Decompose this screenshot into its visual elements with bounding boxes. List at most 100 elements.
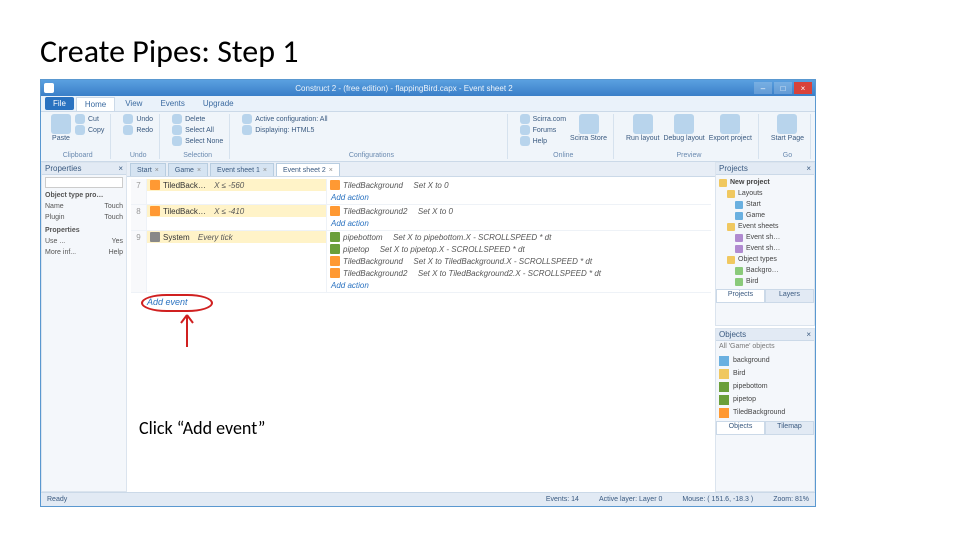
forums-link[interactable]: Forums [520, 125, 566, 135]
doc-tab[interactable]: Event sheet 1× [210, 163, 274, 176]
tree-item[interactable]: Object types [719, 254, 811, 265]
doc-tab[interactable]: Game× [168, 163, 208, 176]
object-item[interactable]: TiledBackground [719, 406, 811, 419]
statusbar: Ready Events: 14 Active layer: Layer 0 M… [41, 492, 815, 506]
debug-button[interactable]: Debug layout [663, 114, 704, 142]
tree-item[interactable]: Event sh… [719, 232, 811, 243]
minimize-button[interactable]: – [754, 82, 772, 94]
tree-item[interactable]: Game [719, 210, 811, 221]
add-action-link[interactable]: Add action [327, 217, 711, 230]
paste-button[interactable]: Paste [51, 114, 71, 142]
status-zoom: Zoom: 81% [773, 496, 809, 503]
tab-close-icon[interactable]: × [263, 167, 267, 174]
run-button[interactable]: Run layout [626, 114, 659, 142]
store-icon [579, 114, 599, 134]
tab-close-icon[interactable]: × [197, 167, 201, 174]
ribbon-clipboard: Paste Cut Copy Clipboard [45, 114, 111, 159]
delete-button[interactable]: Delete [172, 114, 223, 124]
action-line[interactable]: TiledBackground Set X to 0 [327, 179, 711, 191]
event-row: 8TiledBack… X ≤ -410TiledBackground2 Set… [131, 205, 711, 231]
object-icon [330, 180, 340, 190]
scirra-link[interactable]: Scirra.com [520, 114, 566, 124]
object-item[interactable]: pipebottom [719, 380, 811, 393]
tree-item[interactable]: Layouts [719, 188, 811, 199]
redo-button[interactable]: Redo [123, 125, 153, 135]
status-mouse: Mouse: ( 151.6, -18.3 ) [682, 496, 753, 503]
status-layer: Active layer: Layer 0 [599, 496, 662, 503]
close-button[interactable]: × [794, 82, 812, 94]
doc-tab[interactable]: Event sheet 2× [276, 163, 340, 176]
tab-objects[interactable]: Objects [716, 421, 765, 435]
action-line[interactable]: pipetop Set X to pipetop.X - SCROLLSPEED… [327, 243, 711, 255]
condition-line[interactable]: TiledBack… X ≤ -410 [147, 205, 326, 217]
ribbon-go: Start Page Go [765, 114, 811, 159]
cut-button[interactable]: Cut [75, 114, 104, 124]
active-config[interactable]: Active configuration: All [242, 114, 327, 124]
copy-button[interactable]: Copy [75, 125, 104, 135]
menu-upgrade[interactable]: Upgrade [195, 97, 242, 110]
object-icon [330, 256, 340, 266]
project-root[interactable]: New project [719, 177, 811, 188]
tab-close-icon[interactable]: × [155, 167, 159, 174]
tab-tilemap[interactable]: Tilemap [765, 421, 814, 435]
tab-projects[interactable]: Projects [716, 289, 765, 303]
property-row[interactable]: NameTouch [45, 201, 123, 212]
start-page-button[interactable]: Start Page [771, 114, 804, 142]
object-item[interactable]: background [719, 354, 811, 367]
export-icon [720, 114, 740, 134]
help-link[interactable]: Help [520, 136, 566, 146]
undo-button[interactable]: Undo [123, 114, 153, 124]
tab-layers[interactable]: Layers [765, 289, 814, 303]
select-all-button[interactable]: Select All [172, 125, 223, 135]
ribbon-undo: Undo Redo Undo [117, 114, 160, 159]
select-none-button[interactable]: Select None [172, 136, 223, 146]
object-icon [719, 395, 729, 405]
property-row[interactable]: More inf...Help [45, 247, 123, 258]
action-line[interactable]: pipebottom Set X to pipebottom.X - SCROL… [327, 231, 711, 243]
event-row: 7TiledBack… X ≤ -560TiledBackground Set … [131, 179, 711, 205]
home-icon [777, 114, 797, 134]
tree-item[interactable]: Start [719, 199, 811, 210]
menu-home[interactable]: Home [76, 97, 115, 111]
status-events: Events: 14 [546, 496, 579, 503]
maximize-button[interactable]: □ [774, 82, 792, 94]
property-row[interactable]: PluginTouch [45, 212, 123, 223]
tree-item[interactable]: Event sheets [719, 221, 811, 232]
menu-file[interactable]: File [45, 97, 74, 110]
objects-close[interactable]: × [806, 330, 811, 339]
projects-close[interactable]: × [806, 164, 811, 173]
condition-line[interactable]: TiledBack… X ≤ -560 [147, 179, 326, 191]
add-event-link[interactable]: Add event [147, 297, 188, 307]
condition-line[interactable]: System Every tick [147, 231, 326, 243]
tree-icon [735, 245, 743, 253]
object-icon [330, 268, 340, 278]
displaying-config[interactable]: Displaying: HTML5 [242, 125, 327, 135]
add-action-link[interactable]: Add action [327, 279, 711, 292]
action-line[interactable]: TiledBackground Set X to TiledBackground… [327, 255, 711, 267]
tree-icon [727, 223, 735, 231]
doc-tab[interactable]: Start× [130, 163, 166, 176]
selectnone-icon [172, 136, 182, 146]
tree-item[interactable]: Event sh… [719, 243, 811, 254]
action-line[interactable]: TiledBackground2 Set X to 0 [327, 205, 711, 217]
tree-item[interactable]: Bird [719, 276, 811, 287]
store-button[interactable]: Scirra Store [570, 114, 607, 142]
event-sheet[interactable]: 7TiledBack… X ≤ -560TiledBackground Set … [127, 177, 715, 492]
tree-item[interactable]: Backgro… [719, 265, 811, 276]
tree-icon [735, 201, 743, 209]
annotation-arrow-icon [173, 311, 201, 351]
tab-close-icon[interactable]: × [329, 167, 333, 174]
property-row[interactable]: Use ...Yes [45, 236, 123, 247]
menu-view[interactable]: View [117, 97, 150, 110]
object-icon [330, 206, 340, 216]
action-line[interactable]: TiledBackground2 Set X to TiledBackgroun… [327, 267, 711, 279]
menu-events[interactable]: Events [152, 97, 192, 110]
object-icon [719, 356, 729, 366]
object-item[interactable]: pipetop [719, 393, 811, 406]
add-action-link[interactable]: Add action [327, 191, 711, 204]
tree-icon [735, 278, 743, 286]
properties-search[interactable] [45, 177, 123, 188]
object-item[interactable]: Bird [719, 367, 811, 380]
properties-close[interactable]: × [118, 164, 123, 173]
export-button[interactable]: Export project [709, 114, 752, 142]
